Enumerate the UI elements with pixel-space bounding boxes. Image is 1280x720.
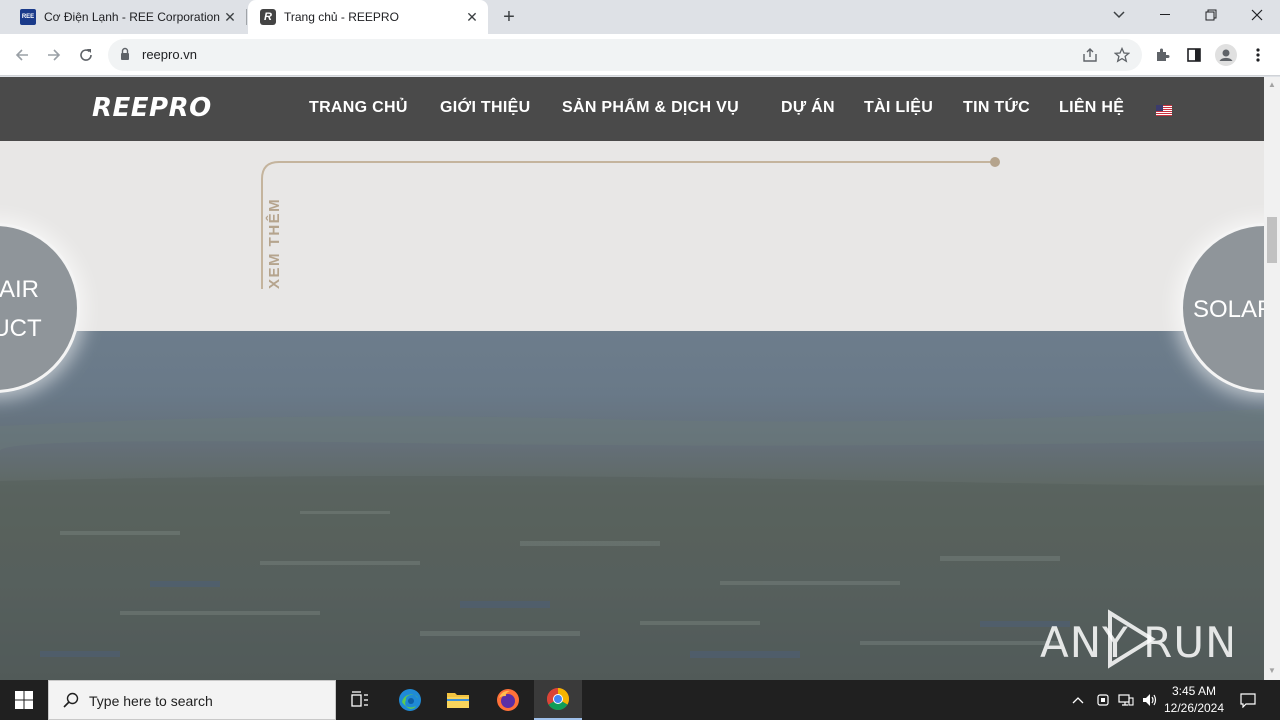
scroll-down-arrow-icon[interactable]: ▼	[1268, 667, 1276, 675]
share-icon[interactable]	[1080, 45, 1100, 65]
nav-du-an[interactable]: DỰ ÁN	[781, 99, 835, 117]
browser-toolbar: reepro.vn	[0, 34, 1280, 76]
us-flag-icon[interactable]	[1156, 105, 1172, 116]
nav-trang-chu[interactable]: TRANG CHỦ	[309, 99, 408, 117]
close-tab-icon[interactable]: ✕	[220, 7, 240, 27]
nav-lien-he[interactable]: LIÊN HỆ	[1059, 99, 1124, 117]
volume-icon[interactable]	[1140, 680, 1160, 720]
decorative-connector-line	[261, 157, 1000, 289]
network-icon[interactable]	[1116, 680, 1136, 720]
notifications-icon[interactable]	[1236, 680, 1260, 720]
taskbar-search-box[interactable]: Type here to search	[48, 680, 336, 720]
new-tab-button[interactable]: +	[497, 5, 521, 29]
nav-tai-lieu[interactable]: TÀI LIỆU	[864, 99, 933, 117]
close-window-button[interactable]	[1234, 0, 1280, 30]
reepro-logo[interactable]: REEPRO	[92, 93, 212, 123]
close-tab-icon[interactable]: ✕	[462, 7, 482, 27]
search-icon	[63, 692, 79, 708]
anyrun-watermark: ANY RUN	[1040, 607, 1237, 680]
menu-kebab-icon[interactable]	[1244, 41, 1272, 69]
extensions-icon[interactable]	[1148, 41, 1176, 69]
reepro-favicon-icon: R	[260, 9, 276, 25]
tab-search-icon[interactable]	[1096, 0, 1142, 30]
tab-divider	[246, 9, 247, 25]
page-viewport: XEM THÊM AIR DUCT SOLAR REEPRO	[0, 77, 1264, 680]
side-panel-icon[interactable]	[1180, 41, 1208, 69]
back-icon[interactable]	[8, 41, 36, 69]
bookmark-star-icon[interactable]	[1112, 45, 1132, 65]
tab-reepro[interactable]: R Trang chủ - REEPRO ✕	[248, 0, 488, 34]
scroll-up-arrow-icon[interactable]: ▲	[1268, 81, 1276, 89]
profile-avatar-icon[interactable]	[1212, 41, 1240, 69]
task-view-icon[interactable]	[336, 680, 384, 720]
circle-label-line1: SOLAR	[1193, 296, 1264, 323]
windows-logo-icon	[15, 691, 33, 709]
nav-san-pham-dich-vu[interactable]: SẢN PHẨM & DỊCH VỤ	[562, 99, 739, 117]
url-text: reepro.vn	[142, 47, 197, 62]
show-hidden-icons-chevron-icon[interactable]	[1068, 680, 1088, 720]
anyrun-logo: ANY RUN	[1040, 609, 1237, 669]
clock-time: 3:45 AM	[1171, 684, 1217, 698]
tab-title: Cơ Điện Lạnh - REE Corporation	[44, 10, 220, 24]
forward-icon[interactable]	[40, 41, 68, 69]
nav-gioi-thieu[interactable]: GIỚI THIỆU	[440, 99, 530, 117]
circle-label-line2: DUCT	[0, 315, 42, 342]
upper-section: XEM THÊM	[0, 141, 1264, 331]
file-explorer-icon[interactable]	[434, 680, 482, 720]
tab-title: Trang chủ - REEPRO	[284, 10, 399, 24]
nav-tin-tuc[interactable]: TIN TỨC	[963, 99, 1030, 117]
tab-strip: REE Cơ Điện Lạnh - REE Corporation ✕ R T…	[0, 0, 1280, 34]
firefox-icon[interactable]	[484, 680, 532, 720]
site-header: REEPRO TRANG CHỦ GIỚI THIỆU SẢN PHẨM & D…	[0, 77, 1264, 141]
lock-icon[interactable]	[120, 47, 130, 61]
chrome-icon[interactable]	[534, 680, 582, 720]
xem-them-link[interactable]: XEM THÊM	[266, 198, 283, 289]
windows-taskbar: Type here to search 3:45 AM 12/26/2024	[0, 680, 1280, 720]
scrollbar-thumb[interactable]	[1267, 217, 1277, 263]
minimize-button[interactable]	[1142, 0, 1188, 30]
reload-icon[interactable]	[72, 41, 100, 69]
system-clock[interactable]: 3:45 AM 12/26/2024	[1158, 683, 1230, 717]
start-button[interactable]	[0, 680, 48, 720]
svg-text:ANY RUN: ANY RUN	[1040, 618, 1232, 667]
security-tray-icon[interactable]	[1094, 680, 1112, 720]
ree-favicon-icon: REE	[20, 9, 36, 25]
search-placeholder: Type here to search	[89, 693, 213, 709]
restore-button[interactable]	[1188, 0, 1234, 30]
tab-ree-corporation[interactable]: REE Cơ Điện Lạnh - REE Corporation ✕	[8, 0, 246, 34]
address-bar[interactable]: reepro.vn	[108, 39, 1142, 71]
clock-date: 12/26/2024	[1163, 701, 1225, 715]
edge-icon[interactable]	[386, 680, 434, 720]
page-scrollbar[interactable]: ▲ ▼	[1264, 77, 1280, 680]
circle-label-line1: AIR	[0, 276, 40, 303]
